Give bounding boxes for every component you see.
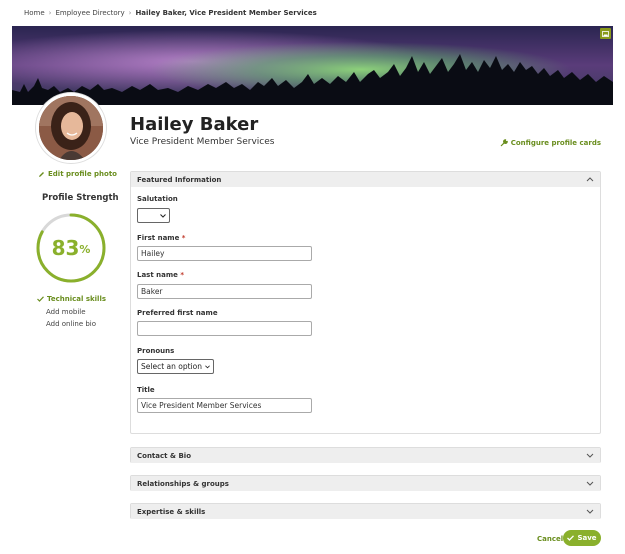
preferred-first-name-label: Preferred first name	[137, 309, 218, 317]
profile-photo	[39, 96, 103, 160]
avatar	[36, 93, 106, 163]
profile-strength-checklist: Technical skills Add mobile Add online b…	[37, 293, 106, 331]
gauge-unit: %	[79, 243, 91, 256]
image-icon	[602, 30, 609, 37]
relationships-groups-header[interactable]: Relationships & groups	[131, 476, 600, 491]
required-asterisk: *	[181, 234, 186, 242]
breadcrumb-separator-icon: ›	[128, 9, 132, 17]
contact-bio-header[interactable]: Contact & Bio	[131, 448, 600, 463]
pronouns-label: Pronouns	[137, 347, 175, 355]
profile-strength-title: Profile Strength	[42, 193, 119, 203]
chevron-down-icon	[160, 213, 166, 218]
profile-name: Hailey Baker	[130, 114, 259, 135]
wrench-icon	[500, 139, 508, 147]
pronouns-select[interactable]: Select an option	[137, 359, 214, 374]
relationships-groups-title: Relationships & groups	[137, 479, 229, 488]
preferred-first-name-input[interactable]	[137, 321, 312, 336]
breadcrumb-home[interactable]: Home	[24, 9, 45, 17]
chevron-down-icon	[205, 364, 210, 368]
pencil-icon	[39, 171, 44, 177]
checkmark-icon	[37, 296, 44, 303]
relationships-groups-panel[interactable]: Relationships & groups	[130, 475, 601, 491]
edit-profile-photo-label: Edit profile photo	[48, 170, 117, 178]
checklist-item-add-mobile[interactable]: Add mobile	[37, 306, 106, 319]
chevron-down-icon[interactable]	[585, 479, 594, 488]
first-name-label: First name *	[137, 234, 186, 242]
configure-profile-cards-label: Configure profile cards	[510, 139, 601, 147]
featured-information-title: Featured Information	[137, 175, 222, 184]
chevron-down-icon[interactable]	[585, 451, 594, 460]
profile-job-title: Vice President Member Services	[130, 137, 275, 147]
last-name-input[interactable]: Baker	[137, 284, 312, 299]
expertise-skills-title: Expertise & skills	[137, 507, 206, 516]
expertise-skills-panel[interactable]: Expertise & skills	[130, 503, 601, 519]
required-asterisk: *	[180, 271, 184, 279]
title-label: Title	[137, 386, 155, 394]
salutation-label: Salutation	[137, 195, 178, 203]
breadcrumb-employee-directory[interactable]: Employee Directory	[55, 9, 124, 17]
featured-information-header[interactable]: Featured Information	[131, 172, 600, 187]
breadcrumb-separator-icon: ›	[48, 9, 52, 17]
save-button[interactable]: Save	[563, 530, 601, 546]
cancel-button[interactable]: Cancel	[537, 535, 563, 543]
edit-banner-button[interactable]	[600, 28, 611, 39]
checklist-item-label: Technical skills	[47, 295, 107, 304]
chevron-down-icon[interactable]	[585, 507, 594, 516]
configure-profile-cards-link[interactable]: Configure profile cards	[500, 139, 601, 147]
expertise-skills-header[interactable]: Expertise & skills	[131, 504, 600, 519]
breadcrumb-current: Hailey Baker, Vice President Member Serv…	[135, 9, 317, 17]
aurora-banner-image	[12, 26, 613, 105]
profile-strength-gauge: 83%	[35, 212, 107, 284]
checklist-item-completed: Technical skills	[37, 293, 106, 306]
gauge-value: 83%	[35, 212, 107, 284]
contact-bio-title: Contact & Bio	[137, 451, 192, 460]
contact-bio-panel[interactable]: Contact & Bio	[130, 447, 601, 463]
last-name-label: Last name *	[137, 271, 184, 279]
checklist-item-add-bio[interactable]: Add online bio	[37, 318, 106, 331]
breadcrumb: Home › Employee Directory › Hailey Baker…	[24, 9, 317, 17]
salutation-select[interactable]	[137, 208, 170, 223]
save-label: Save	[577, 534, 597, 542]
chevron-up-icon[interactable]	[585, 175, 594, 184]
featured-information-panel: Featured Information Salutation First na…	[130, 171, 601, 434]
title-input[interactable]: Vice President Member Services	[137, 398, 312, 413]
checkmark-icon	[567, 535, 575, 541]
edit-profile-photo-link[interactable]: Edit profile photo	[38, 170, 117, 178]
profile-banner	[12, 26, 613, 105]
gauge-number: 83	[51, 236, 80, 260]
first-name-input[interactable]: Hailey	[137, 246, 312, 261]
